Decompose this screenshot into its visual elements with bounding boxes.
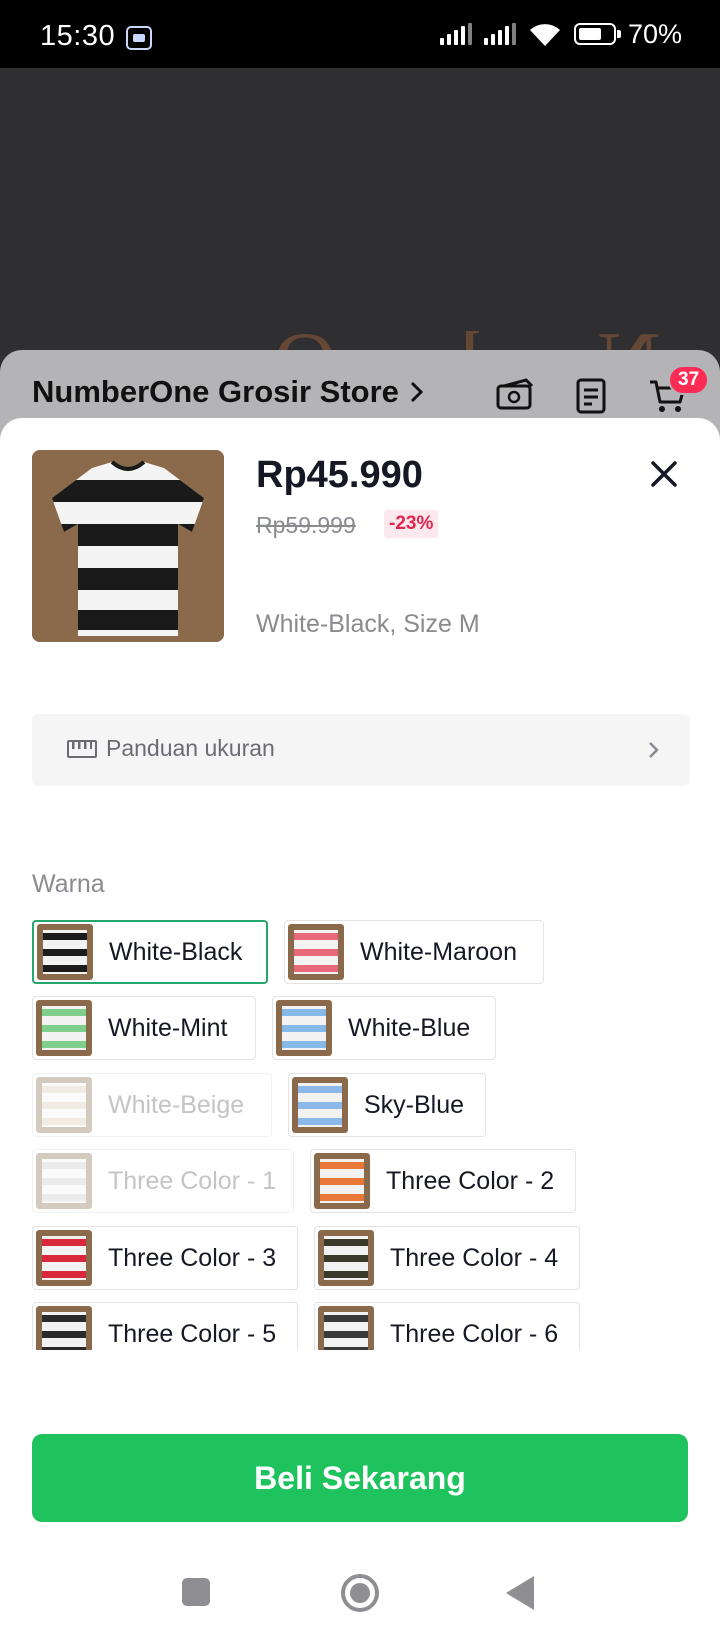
status-indicators: 70%	[439, 18, 682, 50]
original-price: Rp59.999	[256, 512, 356, 538]
battery-percent: 70%	[627, 18, 682, 49]
color-option-label: Three Color - 4	[390, 1243, 559, 1272]
color-option-label: Three Color - 1	[108, 1166, 277, 1195]
color-section-label: Warna	[32, 870, 105, 898]
color-option-white-blue[interactable]: White-Blue	[272, 996, 496, 1060]
color-option-label: White-Maroon	[360, 937, 517, 966]
color-option-thumbnail	[318, 1230, 374, 1286]
color-option-label: White-Blue	[348, 1013, 471, 1042]
store-name-link[interactable]: NumberOne Grosir Store	[32, 374, 425, 410]
striped-tshirt-image	[32, 450, 224, 642]
color-option-three-color-2[interactable]: Three Color - 2	[310, 1149, 576, 1213]
product-thumbnail[interactable]	[32, 450, 224, 642]
status-bar: 15:30 70%	[0, 0, 720, 68]
chevron-right-icon	[649, 742, 659, 758]
close-icon[interactable]	[644, 454, 684, 494]
color-option-label: Sky-Blue	[364, 1090, 465, 1119]
status-time: 15:30	[40, 20, 116, 52]
color-option-white-black[interactable]: White-Black	[32, 920, 268, 984]
color-option-three-color-6[interactable]: Three Color - 6	[314, 1302, 580, 1350]
variant-selection-sheet: Rp45.990 Rp59.999 -23% White-Black, Size…	[0, 418, 720, 1640]
color-option-label: White-Mint	[108, 1013, 228, 1042]
size-guide-label: Panduan ukuran	[106, 735, 275, 761]
recent-apps-button[interactable]	[182, 1578, 210, 1606]
color-option-white-mint[interactable]: White-Mint	[32, 996, 256, 1060]
chevron-right-icon	[410, 381, 424, 403]
home-button[interactable]	[341, 1574, 379, 1612]
back-button[interactable]	[506, 1576, 534, 1610]
store-name: NumberOne Grosir Store	[32, 374, 399, 409]
cart-count-badge: 37	[668, 365, 710, 395]
current-price: Rp45.990	[256, 454, 423, 496]
cell-signal-2-icon	[483, 23, 516, 45]
battery-icon	[573, 23, 621, 45]
color-options: White-Black White-Maroon White-Mint White-B…	[32, 920, 692, 1350]
color-option-thumbnail	[314, 1153, 370, 1209]
battery-fill	[578, 28, 601, 40]
color-option-thumbnail	[36, 1077, 92, 1133]
coupon-icon[interactable]	[496, 378, 536, 414]
color-option-sky-blue[interactable]: Sky-Blue	[288, 1073, 486, 1137]
wifi-icon	[529, 24, 560, 46]
color-option-label: White-Beige	[108, 1090, 245, 1119]
color-option-three-color-3[interactable]: Three Color - 3	[32, 1226, 298, 1290]
orders-icon[interactable]	[572, 378, 612, 414]
color-option-thumbnail	[37, 924, 93, 980]
color-option-thumbnail	[36, 1000, 92, 1056]
color-option-thumbnail	[36, 1230, 92, 1286]
color-option-three-color-4[interactable]: Three Color - 4	[314, 1226, 580, 1290]
cell-signal-icon	[439, 23, 472, 45]
gallery-notification-icon	[126, 26, 152, 50]
color-option-white-maroon[interactable]: White-Maroon	[284, 920, 544, 984]
color-option-label: White-Black	[109, 937, 243, 966]
color-option-thumbnail	[36, 1306, 92, 1350]
color-option-thumbnail	[276, 1000, 332, 1056]
buy-now-button[interactable]: Beli Sekarang	[32, 1434, 688, 1522]
color-option-label: Three Color - 3	[108, 1243, 277, 1272]
color-option-thumbnail	[288, 924, 344, 980]
color-option-three-color-1: Three Color - 1	[32, 1149, 294, 1213]
color-option-three-color-5[interactable]: Three Color - 5	[32, 1302, 298, 1350]
color-option-white-beige: White-Beige	[32, 1073, 272, 1137]
selected-variant-summary: White-Black, Size M	[256, 610, 480, 638]
size-guide-row[interactable]: Panduan ukuran	[32, 714, 690, 786]
color-option-label: Three Color - 2	[386, 1166, 555, 1195]
discount-badge: -23%	[384, 510, 439, 538]
color-option-thumbnail	[36, 1153, 92, 1209]
color-option-thumbnail	[318, 1306, 374, 1350]
color-option-label: Three Color - 6	[390, 1319, 559, 1348]
color-option-thumbnail	[292, 1077, 348, 1133]
color-option-label: Three Color - 5	[108, 1319, 277, 1348]
ruler-icon	[67, 740, 97, 758]
